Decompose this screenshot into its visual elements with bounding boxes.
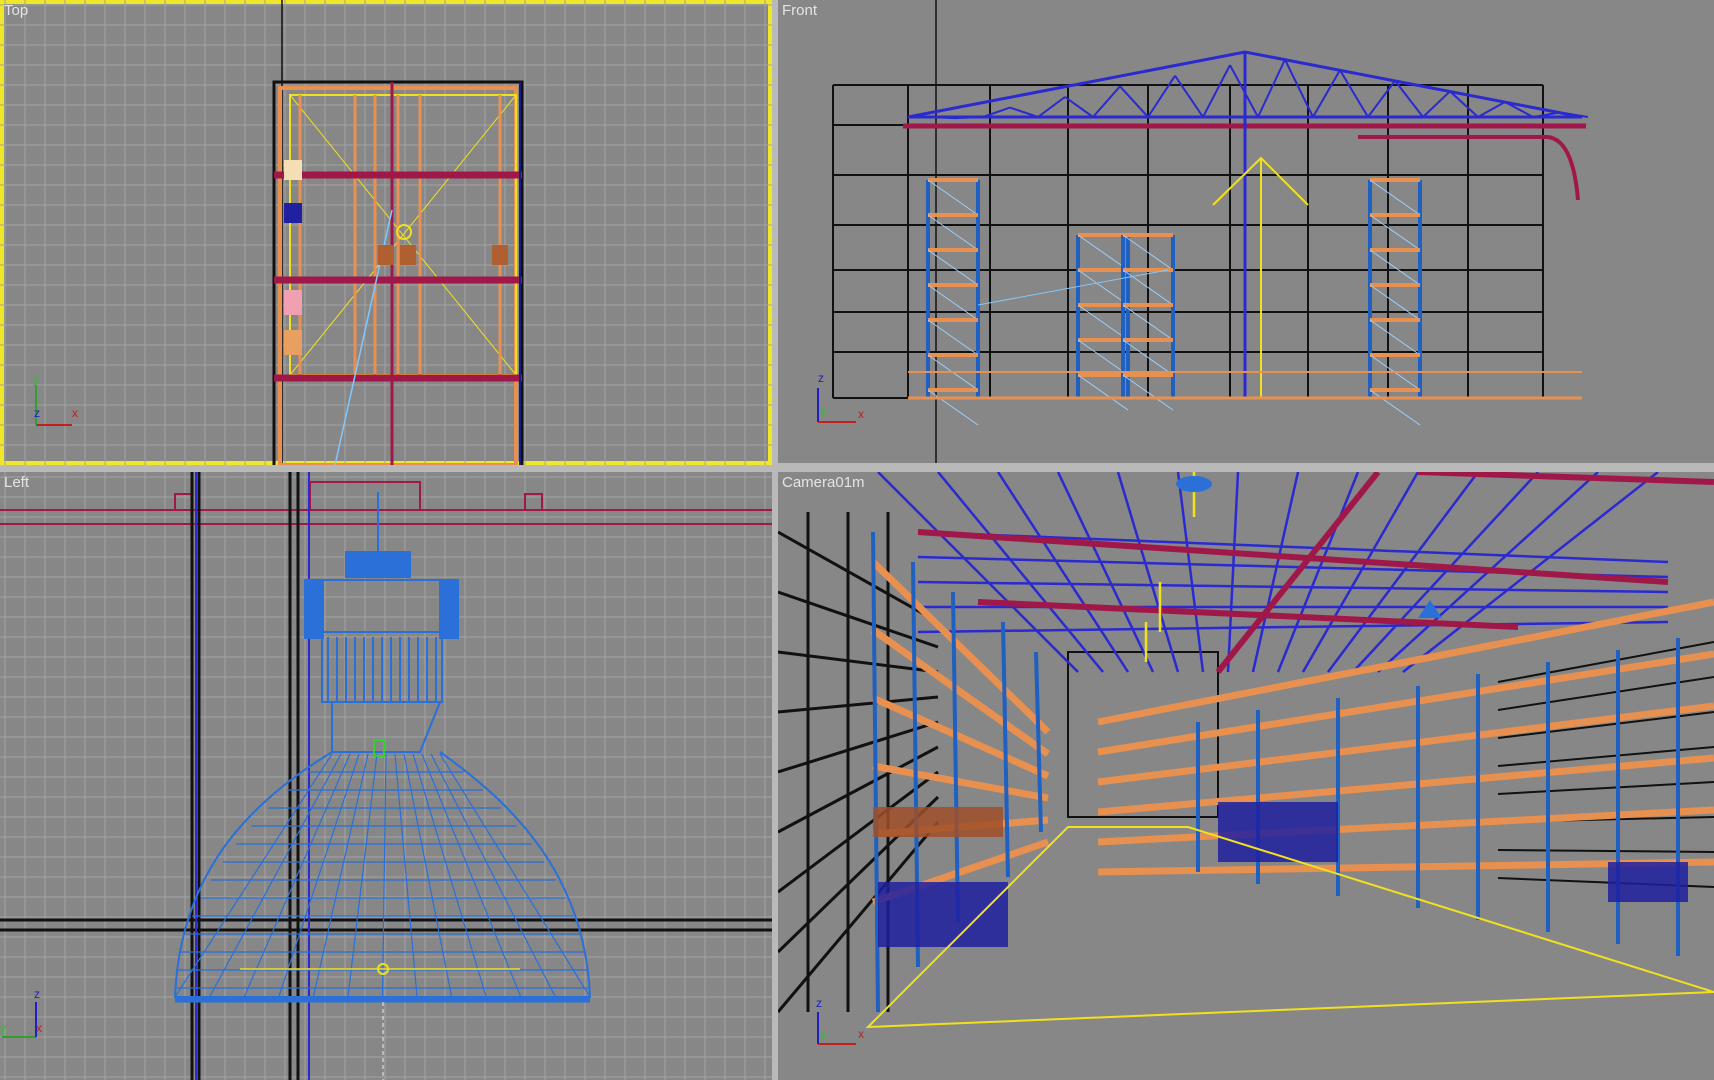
wire-line	[1147, 75, 1176, 118]
top-view-scene: y z x	[0, 0, 772, 465]
wire-line	[1097, 702, 1714, 786]
viewport-label-top[interactable]: Top	[4, 2, 28, 19]
wire-line	[1339, 69, 1369, 118]
wire-line	[1037, 96, 1066, 118]
wire-line	[1176, 472, 1205, 673]
wire-line	[1367, 80, 1396, 118]
svg-text:z: z	[816, 996, 822, 1010]
svg-text:y: y	[33, 372, 39, 386]
wire-line	[1226, 472, 1240, 673]
axis-tripod: y z x	[33, 372, 78, 426]
wire-line	[871, 531, 880, 1013]
wire-line	[1056, 472, 1155, 673]
svg-text:y: y	[820, 403, 826, 417]
wire-line	[1369, 249, 1421, 286]
camera-view-scene: z y x	[778, 472, 1714, 1045]
axis-tripod: z y x	[816, 996, 864, 1045]
svg-text:x: x	[36, 1021, 42, 1035]
wire-line	[1092, 85, 1121, 118]
wire-line	[1077, 339, 1129, 376]
wire-line	[927, 116, 956, 120]
wire-line	[1064, 96, 1094, 118]
wire-line	[1119, 85, 1149, 118]
wire-line	[1097, 754, 1714, 816]
wire-line	[1422, 90, 1451, 118]
wire-line	[1369, 179, 1421, 216]
svg-text:x: x	[858, 407, 864, 421]
wire-line	[996, 472, 1130, 673]
wire-line	[1369, 389, 1421, 426]
wire-line	[937, 472, 1104, 673]
viewport-front[interactable]: Front z y x	[778, 0, 1714, 463]
viewport-label-camera[interactable]: Camera01m	[782, 474, 865, 491]
viewport-camera[interactable]: Camera01m z y x	[778, 472, 1714, 1080]
front-view-scene: z y x	[817, 0, 1589, 463]
wire-line	[1077, 304, 1129, 341]
wire-line	[954, 116, 984, 120]
warehouse-front-elevation	[832, 50, 1589, 426]
left-view-scene: z y x	[0, 472, 772, 1080]
wire-line	[877, 472, 1079, 673]
wire-line	[1097, 806, 1714, 846]
svg-text:y: y	[0, 1021, 6, 1035]
viewport-label-left[interactable]: Left	[4, 474, 29, 491]
wire-line	[1001, 621, 1010, 878]
viewport-left[interactable]: Left z y x	[0, 472, 772, 1080]
grid	[0, 0, 772, 465]
perspective-warehouse	[778, 472, 1714, 1029]
svg-text:z: z	[34, 406, 40, 420]
wire-line	[1257, 59, 1286, 118]
wire-line	[1477, 101, 1506, 118]
wire-line	[917, 580, 1669, 594]
wire-line	[872, 762, 1049, 802]
svg-text:x: x	[72, 406, 78, 420]
wire-line	[1202, 64, 1231, 118]
wire-line	[1034, 651, 1043, 833]
wire-line	[1116, 472, 1180, 673]
svg-text:z: z	[34, 987, 40, 1001]
wire-line	[1174, 75, 1204, 118]
axis-tripod: z y x	[0, 987, 42, 1038]
wire-line	[1077, 269, 1129, 306]
pendant-lamp-wireframe	[173, 492, 592, 1003]
wire-line	[1301, 472, 1420, 673]
viewport-label-front[interactable]: Front	[782, 2, 817, 19]
axis-tripod: z y x	[817, 371, 864, 423]
wire-line	[1369, 214, 1421, 251]
wire-line	[1077, 374, 1129, 411]
viewport-top[interactable]: Top y z x	[0, 0, 772, 465]
wire-line	[1369, 319, 1421, 356]
svg-text:z: z	[818, 371, 824, 385]
svg-text:x: x	[858, 1027, 864, 1041]
wire-line	[1497, 849, 1714, 853]
wire-line	[1497, 781, 1714, 795]
svg-text:y: y	[820, 1027, 826, 1041]
wire-line	[1077, 234, 1129, 271]
wire-line	[1312, 69, 1341, 118]
wire-line	[1369, 284, 1421, 321]
